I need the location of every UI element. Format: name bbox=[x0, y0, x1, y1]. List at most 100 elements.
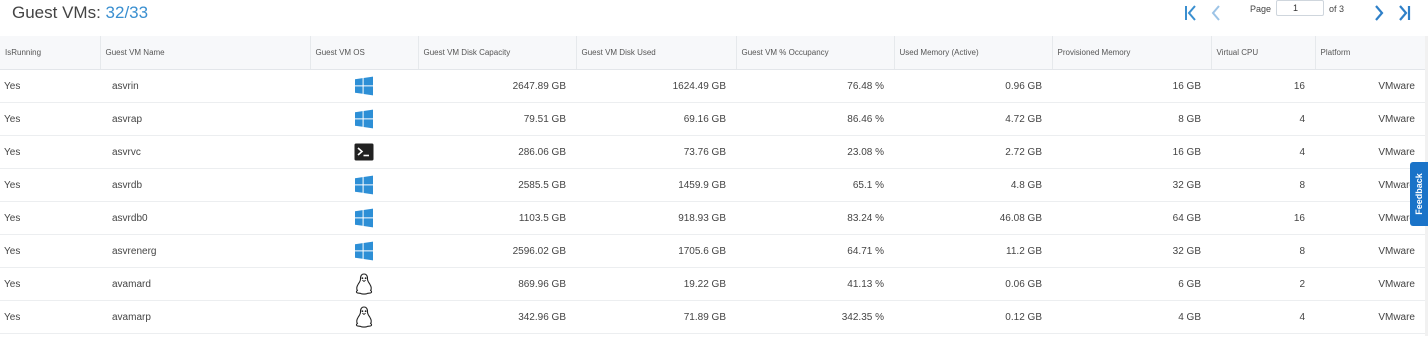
disk-used-cell: 69.16 GB bbox=[576, 102, 736, 136]
next-page-icon[interactable] bbox=[1367, 3, 1389, 23]
virtual-cpu-cell: 16 bbox=[1211, 201, 1315, 235]
linux-os-icon bbox=[355, 273, 373, 295]
vm-os-cell bbox=[310, 267, 418, 301]
provisioned-memory-cell: 32 GB bbox=[1052, 234, 1211, 268]
windows-os-icon bbox=[354, 208, 374, 228]
vm-os-cell bbox=[310, 201, 418, 235]
column-header-vm-name[interactable]: Guest VM Name bbox=[100, 36, 311, 70]
vm-name-cell: asvrap bbox=[100, 102, 310, 136]
column-header-disk-capacity[interactable]: Guest VM Disk Capacity bbox=[418, 36, 577, 70]
provisioned-memory-cell: 8 GB bbox=[1052, 102, 1211, 136]
disk-used-cell: 71.89 GB bbox=[576, 300, 736, 334]
provisioned-memory-cell: 6 GB bbox=[1052, 267, 1211, 301]
platform-cell: VMware bbox=[1315, 69, 1425, 103]
column-header-occupancy[interactable]: Guest VM % Occupancy bbox=[736, 36, 895, 70]
disk-used-cell: 1705.6 GB bbox=[576, 234, 736, 268]
used-memory-cell: 0.12 GB bbox=[894, 300, 1052, 334]
linux-os-icon bbox=[355, 306, 373, 328]
vm-name-cell: asvrdb bbox=[100, 168, 310, 202]
column-header-isrunning[interactable]: IsRunning bbox=[0, 36, 101, 70]
disk-capacity-cell: 2647.89 GB bbox=[418, 69, 576, 103]
page-number-input[interactable] bbox=[1276, 0, 1324, 16]
table-row[interactable]: Yes asvrin 2647.89 GB 1624.49 GB 76.48 % 0.96… bbox=[0, 69, 1425, 103]
column-header-virtual-cpu[interactable]: Virtual CPU bbox=[1211, 36, 1316, 70]
occupancy-cell: 65.1 % bbox=[736, 168, 894, 202]
vm-count: 32/33 bbox=[105, 3, 149, 22]
last-page-icon[interactable] bbox=[1393, 3, 1415, 23]
prev-page-icon[interactable] bbox=[1206, 3, 1228, 23]
column-header-provisioned-memory[interactable]: Provisioned Memory bbox=[1052, 36, 1212, 70]
guest-vm-table: IsRunning Guest VM Name Guest VM OS Guest V… bbox=[0, 36, 1426, 334]
occupancy-cell: 23.08 % bbox=[736, 135, 894, 169]
column-header-used-memory[interactable]: Used Memory (Active) bbox=[894, 36, 1053, 70]
platform-cell: VMware bbox=[1315, 300, 1425, 334]
vm-os-cell bbox=[310, 69, 418, 103]
isrunning-cell: Yes bbox=[0, 168, 100, 202]
virtual-cpu-cell: 8 bbox=[1211, 234, 1315, 268]
isrunning-cell: Yes bbox=[0, 69, 100, 103]
platform-cell: VMware bbox=[1315, 201, 1425, 235]
occupancy-cell: 86.46 % bbox=[736, 102, 894, 136]
disk-capacity-cell: 869.96 GB bbox=[418, 267, 576, 301]
table-row[interactable]: Yes avamard 869.96 GB 19.22 GB 41.13 % 0.06 G… bbox=[0, 267, 1425, 301]
vm-os-cell bbox=[310, 135, 418, 169]
isrunning-cell: Yes bbox=[0, 234, 100, 268]
table-row[interactable]: Yes avamarp 342.96 GB 71.89 GB 342.35 % 0.12 … bbox=[0, 300, 1425, 334]
used-memory-cell: 2.72 GB bbox=[894, 135, 1052, 169]
vm-os-cell bbox=[310, 234, 418, 268]
platform-cell: VMware bbox=[1315, 267, 1425, 301]
column-header-vm-os[interactable]: Guest VM OS bbox=[310, 36, 419, 70]
virtual-cpu-cell: 4 bbox=[1211, 300, 1315, 334]
occupancy-cell: 342.35 % bbox=[736, 300, 894, 334]
vm-os-cell bbox=[310, 300, 418, 334]
provisioned-memory-cell: 16 GB bbox=[1052, 135, 1211, 169]
vm-name-cell: asvrdb0 bbox=[100, 201, 310, 235]
virtual-cpu-cell: 4 bbox=[1211, 135, 1315, 169]
isrunning-cell: Yes bbox=[0, 201, 100, 235]
platform-cell: VMware bbox=[1315, 168, 1425, 202]
used-memory-cell: 11.2 GB bbox=[894, 234, 1052, 268]
table-row[interactable]: Yes asvrvc 286.06 GB 73.76 GB 23.08 % 2.72 GB… bbox=[0, 135, 1425, 169]
isrunning-cell: Yes bbox=[0, 300, 100, 334]
provisioned-memory-cell: 4 GB bbox=[1052, 300, 1211, 334]
virtual-cpu-cell: 2 bbox=[1211, 267, 1315, 301]
virtual-cpu-cell: 4 bbox=[1211, 102, 1315, 136]
vm-os-cell bbox=[310, 168, 418, 202]
disk-capacity-cell: 79.51 GB bbox=[418, 102, 576, 136]
used-memory-cell: 0.96 GB bbox=[894, 69, 1052, 103]
table-row[interactable]: Yes asvrdb0 1103.5 GB 918.93 GB 83.24 % 46.08… bbox=[0, 201, 1425, 235]
column-header-disk-used[interactable]: Guest VM Disk Used bbox=[576, 36, 737, 70]
occupancy-cell: 83.24 % bbox=[736, 201, 894, 235]
windows-os-icon bbox=[354, 76, 374, 96]
provisioned-memory-cell: 64 GB bbox=[1052, 201, 1211, 235]
disk-used-cell: 73.76 GB bbox=[576, 135, 736, 169]
feedback-tab[interactable]: Feedback bbox=[1410, 162, 1428, 226]
table-body: Yes asvrin 2647.89 GB 1624.49 GB 76.48 % 0.96… bbox=[0, 69, 1425, 334]
used-memory-cell: 46.08 GB bbox=[894, 201, 1052, 235]
windows-os-icon bbox=[354, 241, 374, 261]
table-row[interactable]: Yes asvrenerg 2596.02 GB 1705.6 GB 64.71 % 11… bbox=[0, 234, 1425, 268]
first-page-icon[interactable] bbox=[1180, 3, 1202, 23]
disk-used-cell: 19.22 GB bbox=[576, 267, 736, 301]
terminal-os-icon bbox=[354, 143, 374, 161]
occupancy-cell: 41.13 % bbox=[736, 267, 894, 301]
table-row[interactable]: Yes asvrdb 2585.5 GB 1459.9 GB 65.1 % 4.8 GB 3… bbox=[0, 168, 1425, 202]
feedback-label: Feedback bbox=[1414, 173, 1424, 215]
disk-used-cell: 918.93 GB bbox=[576, 201, 736, 235]
page-title: Guest VMs: 32/33 bbox=[12, 3, 148, 23]
provisioned-memory-cell: 16 GB bbox=[1052, 69, 1211, 103]
disk-capacity-cell: 2585.5 GB bbox=[418, 168, 576, 202]
disk-capacity-cell: 342.96 GB bbox=[418, 300, 576, 334]
occupancy-cell: 76.48 % bbox=[736, 69, 894, 103]
column-header-platform[interactable]: Platform bbox=[1315, 36, 1426, 70]
vm-name-cell: avamarp bbox=[100, 300, 310, 334]
title-label: Guest VMs: bbox=[12, 3, 101, 22]
disk-used-cell: 1624.49 GB bbox=[576, 69, 736, 103]
table-row[interactable]: Yes asvrap 79.51 GB 69.16 GB 86.46 % 4.72 GB 8… bbox=[0, 102, 1425, 136]
platform-cell: VMware bbox=[1315, 102, 1425, 136]
occupancy-cell: 64.71 % bbox=[736, 234, 894, 268]
disk-capacity-cell: 2596.02 GB bbox=[418, 234, 576, 268]
windows-os-icon bbox=[354, 109, 374, 129]
vm-name-cell: avamard bbox=[100, 267, 310, 301]
virtual-cpu-cell: 16 bbox=[1211, 69, 1315, 103]
